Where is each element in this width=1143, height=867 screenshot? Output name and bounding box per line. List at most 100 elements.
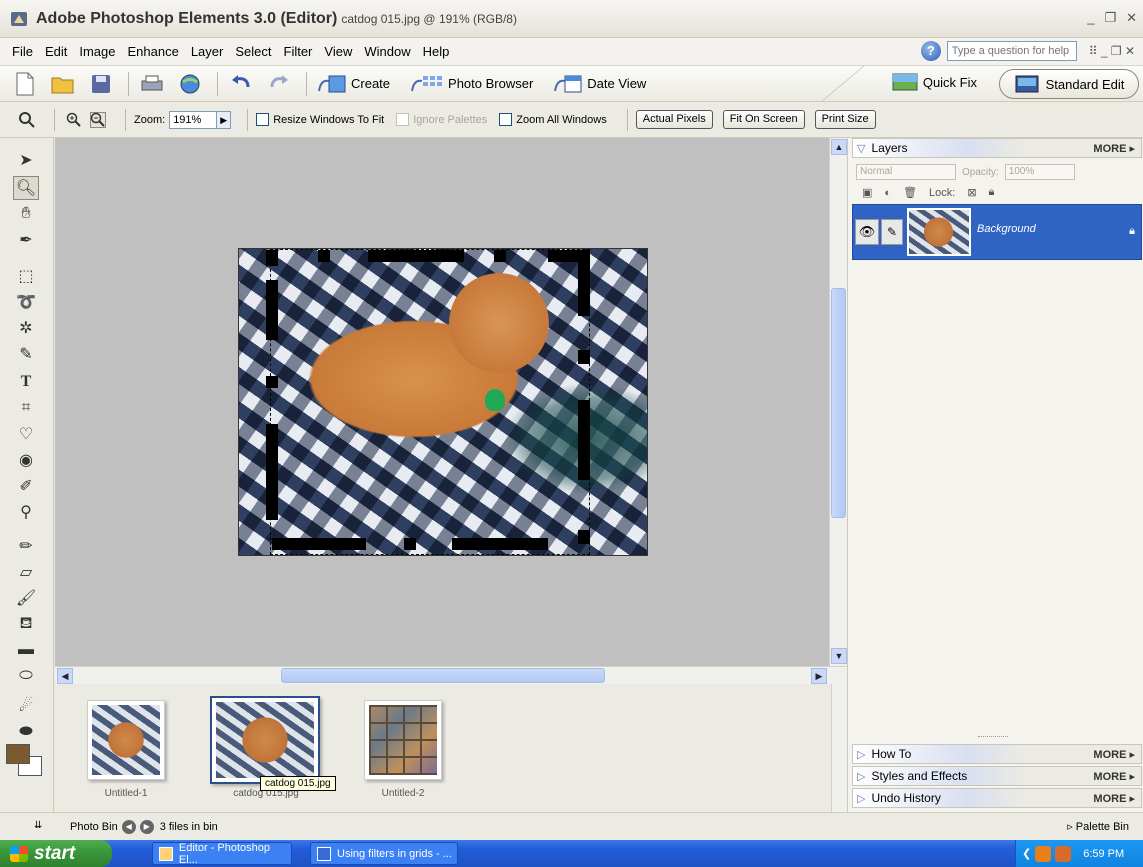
lasso-tool-icon[interactable]: ➰ bbox=[13, 290, 39, 314]
previous-photo-icon[interactable]: ◀ bbox=[121, 819, 136, 834]
eraser-tool-icon[interactable]: ▱ bbox=[13, 560, 39, 584]
gradient-tool-icon[interactable]: ▬ bbox=[13, 638, 39, 662]
share-globe-icon[interactable] bbox=[177, 71, 203, 97]
date-view-button[interactable]: Date View bbox=[553, 73, 646, 95]
scroll-left-icon[interactable]: ◀ bbox=[57, 668, 73, 684]
zoom-in-icon[interactable] bbox=[63, 109, 85, 131]
zoom-tool-icon[interactable]: 🔍︎ bbox=[13, 176, 39, 200]
lock-all-icon[interactable]: 🔒︎ bbox=[989, 186, 995, 199]
blur-tool-icon[interactable]: ☄ bbox=[13, 694, 39, 718]
opacity-input[interactable]: 100% bbox=[1004, 164, 1075, 180]
menu-select[interactable]: Select bbox=[229, 44, 277, 59]
styles-more-button[interactable]: MORE ▸ bbox=[1093, 770, 1135, 783]
scroll-thumb[interactable] bbox=[831, 288, 846, 518]
undo-history-palette-header[interactable]: ▷ Undo History MORE ▸ bbox=[852, 788, 1142, 808]
start-button[interactable]: start bbox=[0, 840, 112, 867]
create-button[interactable]: Create bbox=[317, 73, 390, 95]
zoom-out-icon[interactable] bbox=[87, 109, 109, 131]
tray-app-icon[interactable] bbox=[1055, 845, 1072, 862]
brush-tool-icon[interactable]: 🖌︎ bbox=[13, 586, 39, 610]
bin-thumbnail-untitled-2[interactable] bbox=[364, 700, 442, 780]
minimize-button[interactable]: _ bbox=[1087, 10, 1094, 26]
photo-bin-label[interactable]: Photo Bin bbox=[70, 821, 118, 833]
next-photo-icon[interactable]: ▶ bbox=[139, 819, 154, 834]
crop-tool-icon[interactable]: ⌗ bbox=[13, 396, 39, 420]
blend-mode-select[interactable]: Normal bbox=[856, 164, 956, 180]
zoom-all-windows-checkbox[interactable]: Zoom All Windows bbox=[499, 113, 607, 126]
bin-thumbnail-catdog[interactable] bbox=[210, 696, 320, 784]
new-file-icon[interactable] bbox=[12, 71, 38, 97]
scroll-thumb[interactable] bbox=[281, 668, 605, 683]
photo-bin-scrollbar[interactable] bbox=[831, 684, 847, 812]
magic-wand-tool-icon[interactable]: ✲ bbox=[13, 316, 39, 340]
menu-enhance[interactable]: Enhance bbox=[122, 44, 185, 59]
red-eye-tool-icon[interactable]: ◉ bbox=[13, 448, 39, 472]
layers-more-button[interactable]: MORE ▸ bbox=[1093, 142, 1135, 155]
hand-tool-icon[interactable]: ✋︎ bbox=[13, 202, 39, 226]
save-icon[interactable] bbox=[88, 71, 114, 97]
menu-layer[interactable]: Layer bbox=[185, 44, 230, 59]
canvas-horizontal-scrollbar[interactable]: ◀ ▶ bbox=[55, 666, 847, 684]
scroll-down-icon[interactable]: ▼ bbox=[831, 648, 847, 664]
shape-tool-icon[interactable]: ⬭ bbox=[13, 664, 39, 688]
layers-palette-header[interactable]: ▽ Layers MORE ▸ bbox=[852, 138, 1142, 158]
new-layer-icon[interactable]: ▣ bbox=[862, 186, 872, 199]
collapse-triangle-icon[interactable]: ▽ bbox=[857, 142, 865, 155]
actual-pixels-button[interactable]: Actual Pixels bbox=[635, 110, 713, 129]
resize-windows-checkbox[interactable]: Resize Windows To Fit bbox=[256, 113, 384, 126]
how-to-palette-header[interactable]: ▷ How To MORE ▸ bbox=[852, 744, 1142, 764]
lock-transparency-icon[interactable]: ⊠ bbox=[967, 186, 976, 199]
zoom-input[interactable] bbox=[169, 110, 218, 129]
tray-app-icon[interactable] bbox=[1035, 845, 1052, 862]
menu-filter[interactable]: Filter bbox=[278, 44, 319, 59]
menu-window[interactable]: Window bbox=[358, 44, 416, 59]
selection-brush-tool-icon[interactable]: ✎ bbox=[13, 342, 39, 366]
fit-on-screen-button[interactable]: Fit On Screen bbox=[722, 110, 805, 129]
clone-stamp-tool-icon[interactable]: ⚲ bbox=[13, 500, 39, 524]
menu-file[interactable]: File bbox=[6, 44, 39, 59]
marquee-tool-icon[interactable]: ⬚ bbox=[13, 264, 39, 288]
sponge-tool-icon[interactable]: ⬬ bbox=[13, 720, 39, 744]
print-size-button[interactable]: Print Size bbox=[814, 110, 876, 129]
photo-bin-toggle-icon[interactable]: ⇊ bbox=[34, 820, 42, 831]
scroll-right-icon[interactable]: ▶ bbox=[811, 668, 827, 684]
trash-icon[interactable]: 🗑︎ bbox=[903, 186, 917, 199]
doc-window-controls-icon[interactable]: ⠿ _ ❐ ✕ bbox=[1089, 44, 1135, 58]
redo-icon[interactable] bbox=[266, 71, 292, 97]
foreground-color-swatch[interactable] bbox=[6, 744, 30, 764]
palette-grip[interactable] bbox=[978, 736, 1008, 740]
palette-bin-toggle[interactable]: ▹ Palette Bin bbox=[1067, 820, 1129, 833]
bin-thumbnail-untitled-1[interactable] bbox=[87, 700, 165, 780]
taskbar-word-document[interactable]: Using filters in grids - ... bbox=[310, 842, 458, 865]
adjustment-layer-icon[interactable]: ◐ bbox=[884, 187, 891, 199]
type-tool-icon[interactable]: T bbox=[13, 370, 39, 394]
pencil-tool-icon[interactable]: ✏ bbox=[13, 534, 39, 558]
print-icon[interactable] bbox=[139, 71, 165, 97]
menu-view[interactable]: View bbox=[318, 44, 358, 59]
quick-fix-button[interactable]: Quick Fix bbox=[889, 70, 977, 94]
zoom-slider-arrow-icon[interactable]: ▶ bbox=[217, 110, 232, 129]
brush-link-icon[interactable]: ✎ bbox=[881, 219, 903, 245]
layer-row-background[interactable]: 👁︎ ✎ Background 🔒︎ bbox=[852, 204, 1142, 260]
restore-button[interactable]: ❐ bbox=[1104, 10, 1116, 26]
menu-edit[interactable]: Edit bbox=[39, 44, 73, 59]
close-button[interactable]: ✕ bbox=[1126, 10, 1137, 26]
tray-expand-icon[interactable]: ❮ bbox=[1022, 847, 1031, 860]
open-folder-icon[interactable] bbox=[50, 71, 76, 97]
menu-image[interactable]: Image bbox=[73, 44, 121, 59]
taskbar-photoshop-editor[interactable]: Editor - Photoshop El... bbox=[152, 842, 292, 866]
cookie-cutter-tool-icon[interactable]: ♡ bbox=[13, 422, 39, 446]
menu-help[interactable]: Help bbox=[417, 44, 456, 59]
expand-triangle-icon[interactable]: ▷ bbox=[857, 748, 865, 761]
styles-effects-palette-header[interactable]: ▷ Styles and Effects MORE ▸ bbox=[852, 766, 1142, 786]
move-tool-icon[interactable]: ➤ bbox=[13, 148, 39, 172]
undo-icon[interactable] bbox=[228, 71, 254, 97]
eye-icon[interactable]: 👁︎ bbox=[855, 219, 879, 245]
healing-brush-tool-icon[interactable]: ✐ bbox=[13, 474, 39, 498]
standard-edit-button[interactable]: Standard Edit bbox=[999, 69, 1139, 99]
help-search-input[interactable] bbox=[946, 41, 1077, 61]
expand-triangle-icon[interactable]: ▷ bbox=[857, 792, 865, 805]
canvas-vertical-scrollbar[interactable]: ▲ ▼ bbox=[829, 138, 847, 666]
paint-bucket-tool-icon[interactable]: ⛾ bbox=[13, 612, 39, 636]
photo-browser-button[interactable]: Photo Browser bbox=[410, 73, 533, 95]
